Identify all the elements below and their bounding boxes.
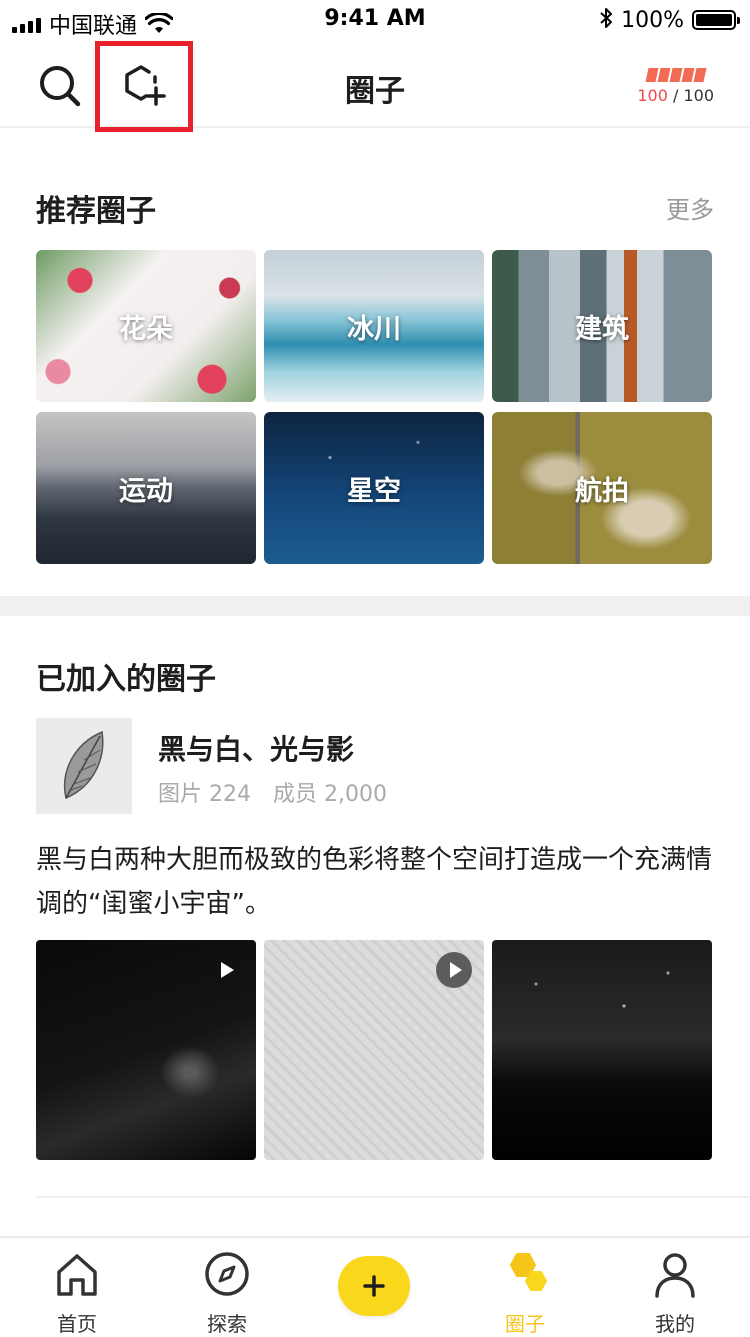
plus-icon	[363, 1275, 385, 1297]
tab-circles[interactable]: 圈子	[450, 1238, 600, 1336]
media-tile-video[interactable]	[36, 940, 256, 1160]
energy-bars-icon	[637, 68, 714, 82]
home-icon	[57, 1254, 97, 1296]
circle-stats: 图片 224 成员 2,000	[158, 776, 409, 808]
compass-icon	[205, 1252, 249, 1296]
circle-thumbnail[interactable]	[36, 718, 132, 814]
play-circle-icon	[436, 952, 472, 988]
circle-tile-label: 冰川	[347, 313, 401, 345]
tab-label: 圈子	[505, 1312, 545, 1336]
energy-separator: /	[667, 86, 684, 105]
tab-label: 我的	[655, 1312, 695, 1336]
tab-profile[interactable]: 我的	[600, 1238, 750, 1336]
circle-tile-label: 星空	[347, 475, 401, 507]
circle-tile-sports[interactable]: 运动	[36, 412, 256, 564]
joined-title: 已加入的圈子	[36, 662, 216, 697]
media-tile-photo[interactable]	[492, 940, 712, 1160]
more-link[interactable]: 更多	[666, 190, 714, 225]
circle-tile-label: 运动	[119, 475, 173, 507]
card-divider	[36, 1196, 750, 1198]
energy-current: 100	[637, 86, 668, 105]
tab-bar: 首页 探索 圈子 我的	[0, 1236, 750, 1336]
battery-icon	[692, 10, 740, 30]
media-grid	[36, 940, 712, 1160]
member-count: 成员 2,000	[273, 782, 387, 807]
bluetooth-icon	[599, 7, 613, 33]
leaf-icon	[64, 730, 104, 800]
tab-home[interactable]: 首页	[2, 1238, 152, 1336]
nav-bar: 圈子 100 / 100	[0, 40, 750, 132]
add-button[interactable]	[338, 1256, 410, 1316]
person-icon	[655, 1253, 695, 1298]
status-bar: 中国联通 9:41 AM 100%	[0, 0, 750, 40]
circle-tile-label: 建筑	[575, 313, 629, 345]
tab-label: 探索	[207, 1312, 247, 1336]
media-tile-video[interactable]	[264, 940, 484, 1160]
circle-tile-label: 花朵	[119, 313, 173, 345]
circle-tile-starry-sky[interactable]: 星空	[264, 412, 484, 564]
circle-tile-flowers[interactable]: 花朵	[36, 250, 256, 402]
energy-meter[interactable]: 100 / 100	[637, 68, 714, 105]
circle-tile-architecture[interactable]: 建筑	[492, 250, 712, 402]
recommended-section: 推荐圈子 更多 花朵 冰川 建筑 运动 星空 航拍	[0, 128, 750, 596]
circle-tile-aerial[interactable]: 航拍	[492, 412, 712, 564]
tab-explore[interactable]: 探索	[152, 1238, 302, 1336]
joined-section: 已加入的圈子 黑与白、光与影 图片 224 成员 2,000 黑与白两种大胆而极致…	[0, 616, 750, 1236]
circle-name[interactable]: 黑与白、光与影	[158, 728, 354, 768]
circle-tile-label: 航拍	[575, 475, 629, 507]
circle-tile-glacier[interactable]: 冰川	[264, 250, 484, 402]
tab-label: 首页	[57, 1312, 97, 1336]
section-divider	[0, 596, 750, 616]
battery-percent: 100%	[621, 7, 684, 33]
play-icon	[221, 962, 234, 978]
hexagons-icon	[510, 1253, 547, 1291]
circle-description: 黑与白两种大胆而极致的色彩将整个空间打造成一个充满情调的“闺蜜小宇宙”。	[36, 845, 713, 919]
recommended-title: 推荐圈子	[36, 194, 156, 229]
recommended-grid: 花朵 冰川 建筑 运动 星空 航拍	[36, 250, 712, 564]
energy-total: 100	[683, 86, 714, 105]
photo-count: 图片 224	[158, 782, 251, 807]
